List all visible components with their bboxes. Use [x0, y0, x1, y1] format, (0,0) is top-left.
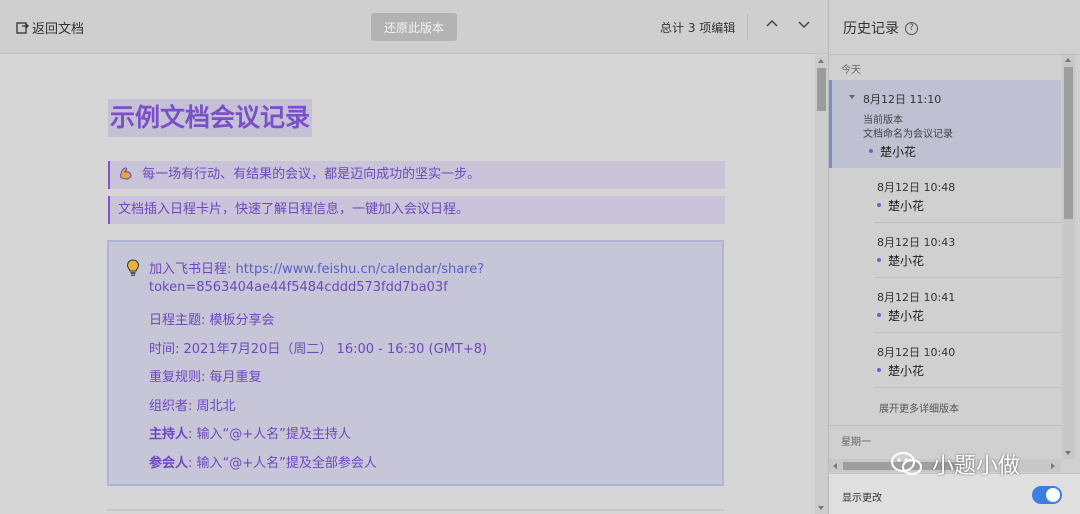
history-scroll-thumb[interactable]: [1064, 67, 1073, 219]
version-item[interactable]: 8月12日 10:43 楚小花: [829, 223, 1061, 278]
scroll-down-arrow-icon[interactable]: [1065, 451, 1071, 455]
caret-down-icon[interactable]: [849, 95, 855, 99]
calendar-link-token[interactable]: token=8563404ae44f5484cddd573fdd7ba03f: [149, 280, 448, 295]
expand-more-versions-link[interactable]: 展开更多详细版本: [879, 400, 959, 415]
top-toolbar: 返回文档 还原此版本 总计 3 项编辑: [0, 0, 828, 54]
calendar-link-row: 加入飞书日程: https://www.feishu.cn/calendar/s…: [149, 258, 484, 277]
document-scrollbar[interactable]: [815, 55, 828, 514]
version-author: 楚小花: [868, 145, 917, 159]
today-label: 今天: [841, 65, 861, 76]
attendee-label: 参会人: [149, 456, 189, 471]
watermark-text: 小题小做: [932, 454, 1021, 479]
history-title: 历史记录 ?: [843, 18, 918, 38]
scroll-right-arrow-icon[interactable]: [1051, 463, 1055, 469]
scroll-up-arrow-icon[interactable]: [818, 59, 824, 63]
help-icon[interactable]: ?: [905, 21, 918, 35]
version-author: 楚小花: [876, 364, 925, 378]
version-item[interactable]: 8月12日 10:40 楚小花: [829, 333, 1061, 388]
info-callout: 文档插入日程卡片，快速了解日程信息，一键加入会议日程。: [108, 196, 725, 224]
schedule-organizer: 组织者: 周北北: [149, 399, 236, 414]
callout-text-1: 每一场有行动、有结果的会议，都是迈向成功的坚实一步。: [142, 167, 481, 182]
chevron-up-icon[interactable]: [764, 16, 780, 32]
document-title: 示例文档会议记录: [108, 99, 313, 137]
show-changes-label: 显示更改: [842, 493, 882, 504]
document-area: 示例文档会议记录 每一场有行动、有结果的会议，都是迈向成功的坚实一步。 文档插入…: [0, 55, 815, 514]
version-time: 8月12日 10:48: [877, 181, 956, 194]
version-author: 楚小花: [876, 199, 925, 213]
schedule-time: 时间: 2021年7月20日（周二） 16:00 - 16:30 (GMT+8): [149, 342, 488, 357]
back-to-document-button[interactable]: 返回文档: [16, 18, 84, 37]
toolbar-divider: [747, 14, 748, 40]
version-time: 8月12日 10:40: [877, 346, 956, 359]
document-scroll-thumb[interactable]: [817, 68, 826, 111]
version-author: 楚小花: [876, 254, 925, 268]
edit-count-text: 总计 3 项编辑: [660, 21, 736, 35]
restore-version-button[interactable]: 还原此版本: [371, 13, 457, 41]
host-value: : 输入“@+人名”提及主持人: [188, 427, 351, 442]
show-changes-toggle[interactable]: [1032, 486, 1062, 504]
history-divider: [829, 54, 1080, 55]
calendar-card: 加入飞书日程: https://www.feishu.cn/calendar/s…: [107, 240, 724, 486]
lightbulb-icon: [126, 259, 140, 276]
version-item-current[interactable]: 8月12日 11:10 当前版本 文档命名为会议记录 楚小花: [829, 80, 1061, 168]
version-separator: [875, 387, 1061, 388]
version-change-desc: 文档命名为会议记录: [863, 129, 953, 140]
version-time: 8月12日 10:43: [877, 236, 956, 249]
version-time: 8月12日 10:41: [877, 291, 956, 304]
version-time: 8月12日 11:10: [863, 93, 942, 106]
quote-callout: 每一场有行动、有结果的会议，都是迈向成功的坚实一步。: [108, 161, 725, 189]
next-block-edge: [107, 509, 724, 511]
version-item[interactable]: 8月12日 10:48 楚小花: [829, 168, 1061, 223]
chevron-down-icon[interactable]: [796, 16, 812, 32]
history-scrollbar[interactable]: [1062, 55, 1075, 459]
version-item[interactable]: 8月12日 10:41 楚小花: [829, 278, 1061, 333]
attendee-value: : 输入“@+人名”提及全部参会人: [188, 456, 377, 471]
monday-label: 星期一: [841, 437, 871, 448]
history-panel: 历史记录 ? 今天 8月12日 11:10 当前版本 文档命名为会议记录 楚小花…: [828, 0, 1080, 514]
wechat-watermark: 小题小做: [890, 448, 1020, 480]
wechat-icon: [891, 452, 922, 475]
host-label: 主持人: [149, 427, 189, 442]
calendar-link[interactable]: https://www.feishu.cn/calendar/share?: [236, 262, 485, 277]
toggle-knob: [1046, 488, 1060, 502]
scroll-down-arrow-icon[interactable]: [818, 506, 824, 510]
section-divider: [829, 425, 1061, 426]
history-title-text: 历史记录: [843, 21, 899, 37]
callout-text-2: 文档插入日程卡片，快速了解日程信息，一键加入会议日程。: [118, 202, 470, 217]
back-label: 返回文档: [32, 22, 85, 37]
current-version-tag: 当前版本: [863, 115, 903, 126]
schedule-attendees: 参会人: 输入“@+人名”提及全部参会人: [149, 452, 377, 471]
version-author: 楚小花: [876, 309, 925, 323]
flexed-arm-icon: [120, 167, 132, 180]
schedule-topic: 日程主题: 模板分享会: [149, 313, 275, 328]
back-doc-icon: [16, 22, 29, 34]
scroll-left-arrow-icon[interactable]: [833, 463, 837, 469]
calendar-link-label: 加入飞书日程:: [149, 262, 236, 277]
scroll-up-arrow-icon[interactable]: [1065, 58, 1071, 62]
schedule-repeat: 重复规则: 每月重复: [149, 370, 262, 385]
schedule-host: 主持人: 输入“@+人名”提及主持人: [149, 423, 351, 442]
